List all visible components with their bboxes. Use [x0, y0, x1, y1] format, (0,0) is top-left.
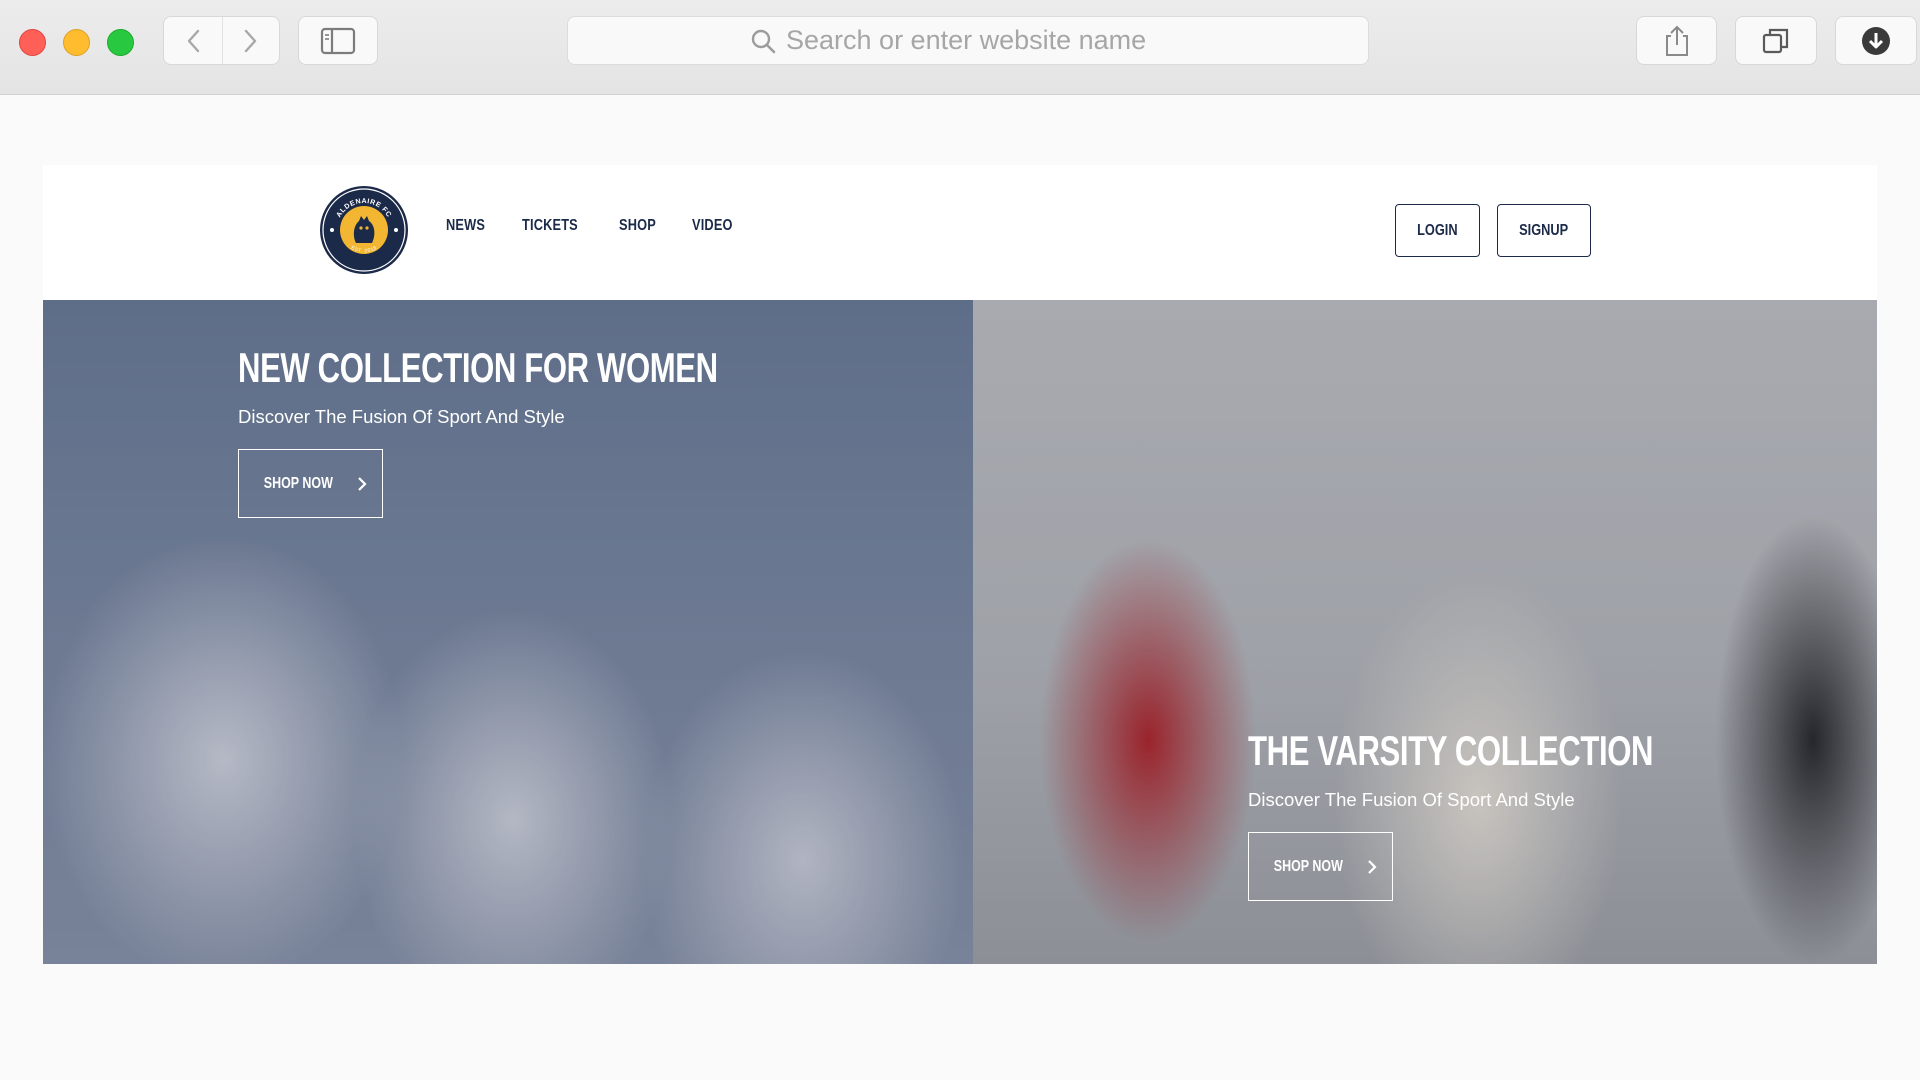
hero-women-title: NEW COLLECTION FOR WOMEN [238, 344, 718, 391]
website: ALDENAIRE FC EST. 2018 NEWS TICKETS SHOP… [43, 165, 1877, 964]
hero-women-collection[interactable]: NEW COLLECTION FOR WOMEN Discover The Fu… [43, 300, 973, 964]
hero-varsity-title: THE VARSITY COLLECTION [1248, 727, 1654, 774]
browser-toolbar [0, 0, 1920, 95]
forward-button[interactable] [221, 17, 280, 64]
signup-button-label: SIGNUP [1519, 221, 1569, 239]
chevron-left-icon [187, 29, 199, 52]
sidebar-icon [320, 27, 356, 54]
login-button[interactable]: LOGIN [1395, 204, 1480, 257]
hero-varsity-collection[interactable]: THE VARSITY COLLECTION Discover The Fusi… [973, 300, 1877, 964]
shop-now-varsity-button[interactable]: SHOP NOW [1248, 832, 1393, 901]
tab-overview-button[interactable] [1735, 16, 1817, 65]
hero-varsity-subtitle: Discover The Fusion Of Sport And Style [1248, 789, 1575, 810]
chevron-right-icon [244, 29, 256, 52]
share-button[interactable] [1636, 16, 1717, 65]
signup-button[interactable]: SIGNUP [1497, 204, 1591, 257]
downloads-button[interactable] [1835, 16, 1917, 65]
minimize-window-button[interactable] [63, 29, 90, 56]
share-icon [1665, 25, 1688, 56]
chevron-right-icon [1368, 859, 1377, 874]
back-button[interactable] [164, 17, 222, 64]
search-icon [751, 29, 776, 53]
club-logo[interactable]: ALDENAIRE FC EST. 2018 [319, 185, 409, 275]
hero-varsity-content: THE VARSITY COLLECTION Discover The Fusi… [1248, 727, 1795, 901]
nav-item-tickets[interactable]: TICKETS [522, 217, 578, 235]
nav-item-video[interactable]: VIDEO [692, 217, 733, 235]
address-input[interactable] [786, 25, 1186, 56]
shop-now-women-label: SHOP NOW [263, 474, 334, 492]
history-nav-group [163, 16, 280, 65]
zoom-window-button[interactable] [107, 29, 134, 56]
main-nav: NEWS TICKETS SHOP VIDEO [446, 217, 743, 235]
site-header: ALDENAIRE FC EST. 2018 NEWS TICKETS SHOP… [43, 165, 1877, 300]
sidebar-toggle-button[interactable] [298, 16, 378, 65]
shop-now-varsity-label: SHOP NOW [1273, 857, 1344, 875]
close-window-button[interactable] [19, 29, 46, 56]
nav-item-news[interactable]: NEWS [446, 217, 485, 235]
hero-women-content: NEW COLLECTION FOR WOMEN Discover The Fu… [238, 344, 886, 518]
hero-women-subtitle: Discover The Fusion Of Sport And Style [238, 406, 565, 427]
nav-item-shop[interactable]: SHOP [619, 217, 656, 235]
shop-now-women-button[interactable]: SHOP NOW [238, 449, 383, 518]
chevron-right-icon [358, 476, 367, 491]
tabs-icon [1762, 28, 1789, 53]
address-bar[interactable] [567, 16, 1369, 65]
login-button-label: LOGIN [1417, 221, 1458, 239]
download-icon [1862, 26, 1890, 55]
